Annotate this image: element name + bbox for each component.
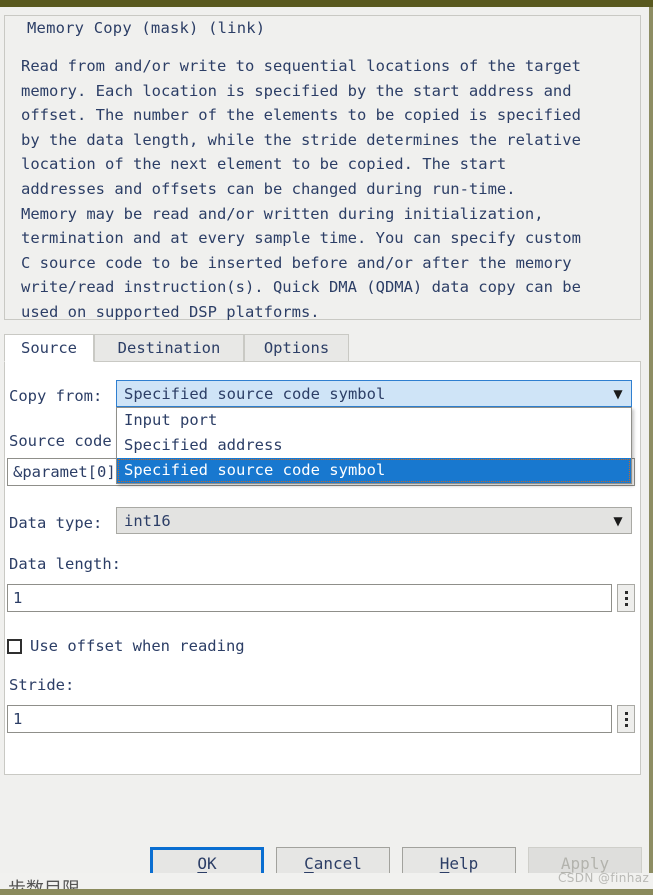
chevron-down-icon: ▼: [613, 386, 623, 401]
vertical-dots-icon: [624, 723, 628, 727]
data-length-stepper[interactable]: [617, 584, 635, 612]
window-right-border: [649, 7, 653, 891]
help-button-label: Help: [439, 853, 479, 873]
description-groupbox: Memory Copy (mask) (link) Read from and/…: [4, 15, 641, 321]
description-text: Read from and/or write to sequential loc…: [21, 57, 581, 321]
copy-from-label: Copy from:: [9, 387, 103, 405]
dropdown-option-specified-source-code-symbol[interactable]: Specified source code symbol: [117, 458, 631, 483]
memory-copy-dialog: Memory Copy (mask) (link) Read from and/…: [0, 7, 649, 879]
tab-strip: Source Destination Options: [4, 334, 641, 362]
vertical-dots-icon: [624, 717, 628, 721]
data-type-combobox[interactable]: int16 ▼: [116, 507, 632, 534]
tab-destination[interactable]: Destination: [94, 334, 244, 361]
source-tab-panel: Copy from: Specified source code symbol …: [4, 361, 641, 775]
ok-button-label: OK: [197, 853, 217, 873]
window-bottom-border: [0, 889, 653, 895]
stride-stepper[interactable]: [617, 705, 635, 733]
data-length-value: 1: [13, 589, 23, 607]
apply-button-label: Apply: [560, 853, 610, 873]
vertical-dots-icon: [624, 602, 628, 606]
stride-label: Stride:: [9, 676, 75, 694]
source-code-symbol-value: &paramet[0]: [13, 463, 116, 481]
tab-source-label: Source: [21, 339, 77, 357]
tab-options-label: Options: [263, 339, 330, 357]
data-length-input[interactable]: 1: [7, 584, 612, 612]
dropdown-option-input-port[interactable]: Input port: [117, 408, 631, 433]
source-code-symbol-label: Source code: [9, 432, 112, 450]
tab-destination-label: Destination: [117, 339, 221, 357]
csdn-watermark: CSDN @finhaz: [558, 871, 650, 885]
data-length-label: Data length:: [9, 555, 121, 573]
vertical-dots-icon: [624, 711, 628, 715]
copy-from-combobox[interactable]: Specified source code symbol ▼: [116, 380, 632, 407]
use-offset-label: Use offset when reading: [30, 637, 245, 655]
window-top-border: [0, 0, 653, 7]
description-title: Memory Copy (mask) (link): [23, 19, 272, 37]
cancel-button-label: Cancel: [304, 853, 362, 873]
copy-from-dropdown-list[interactable]: Input port Specified address Specified s…: [116, 407, 632, 484]
use-offset-checkbox[interactable]: [7, 638, 22, 654]
use-offset-checkbox-row[interactable]: Use offset when reading: [7, 637, 245, 655]
tab-source[interactable]: Source: [4, 334, 94, 362]
chevron-down-icon: ▼: [613, 513, 623, 528]
stride-input[interactable]: 1: [7, 705, 612, 733]
dropdown-option-specified-address[interactable]: Specified address: [117, 433, 631, 458]
data-type-value: int16: [124, 511, 171, 530]
copy-from-value: Specified source code symbol: [124, 384, 386, 403]
tab-options[interactable]: Options: [244, 334, 349, 361]
vertical-dots-icon: [624, 596, 628, 600]
stride-value: 1: [13, 710, 23, 728]
vertical-dots-icon: [624, 590, 628, 594]
data-type-label: Data type:: [9, 514, 103, 532]
screenshot-root: Memory Copy (mask) (link) Read from and/…: [0, 0, 653, 895]
